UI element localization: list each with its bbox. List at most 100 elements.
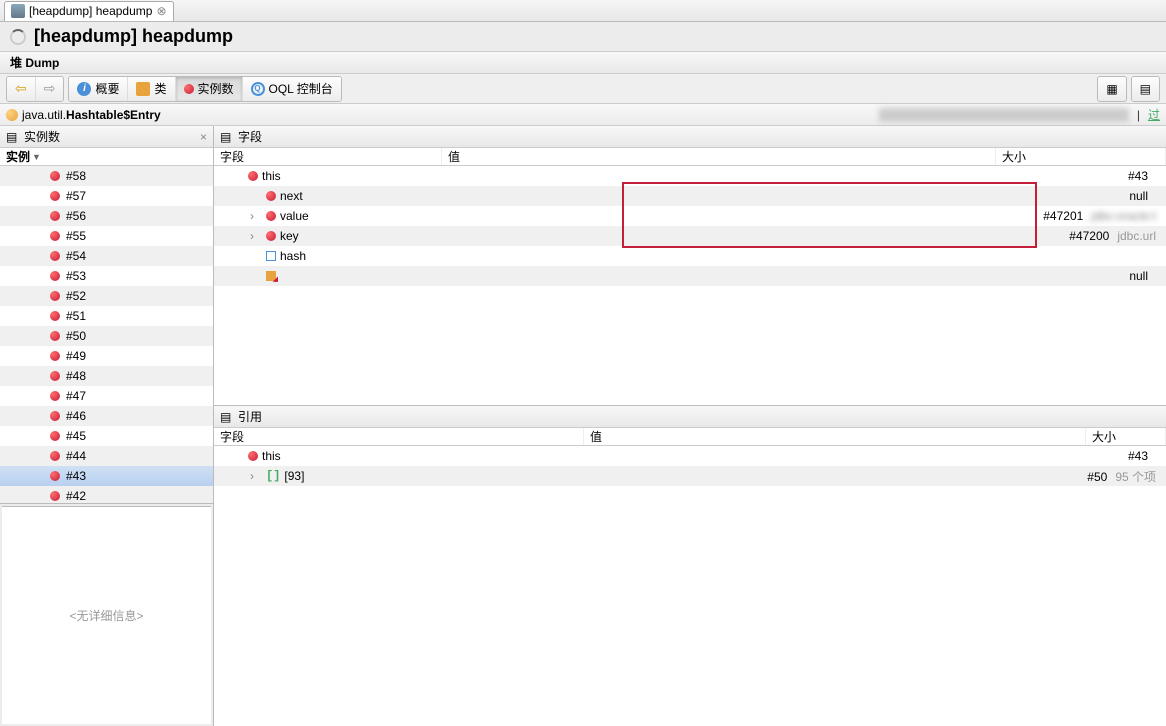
- instance-id: #52: [66, 289, 86, 303]
- th-size[interactable]: 大小: [1086, 428, 1166, 445]
- close-pane-icon[interactable]: ×: [200, 130, 207, 144]
- th-field[interactable]: 字段: [214, 428, 584, 445]
- th-value[interactable]: 值: [442, 148, 996, 165]
- th-size[interactable]: 大小: [996, 148, 1166, 165]
- editor-tab[interactable]: [heapdump] heapdump ⊗: [4, 1, 174, 21]
- class-cls: Hashtable$Entry: [66, 108, 161, 122]
- value-extra: [1148, 269, 1156, 283]
- tool-icon-2: ▤: [1140, 82, 1151, 96]
- expander-icon[interactable]: ›: [250, 469, 262, 483]
- instance-id: #48: [66, 369, 86, 383]
- instance-row[interactable]: #49: [0, 346, 213, 366]
- instance-icon: [50, 431, 60, 441]
- overview-button[interactable]: i概要: [69, 77, 128, 101]
- instance-row[interactable]: #55: [0, 226, 213, 246]
- instance-row[interactable]: #54: [0, 246, 213, 266]
- classes-button[interactable]: 类: [128, 77, 175, 101]
- value-extra: [1148, 189, 1156, 203]
- value-extra: [1148, 449, 1156, 463]
- field-name: next: [280, 189, 303, 203]
- table-row[interactable]: this #43: [214, 446, 1166, 466]
- th-value[interactable]: 值: [584, 428, 1086, 445]
- tool-button-1[interactable]: ▦: [1098, 77, 1125, 101]
- table-row[interactable]: this#43: [214, 166, 1166, 186]
- instance-row[interactable]: #51: [0, 306, 213, 326]
- back-button[interactable]: ⇦: [7, 77, 36, 101]
- instance-icon: [50, 451, 60, 461]
- value-text: #43: [1128, 169, 1148, 183]
- field-name: [93]: [284, 469, 304, 483]
- table-row[interactable]: ›[][93]#5095 个项: [214, 466, 1166, 486]
- instance-row[interactable]: #56: [0, 206, 213, 226]
- instance-id: #43: [66, 469, 86, 483]
- overview-label: 概要: [95, 80, 119, 97]
- table-row[interactable]: › key #47200jdbc.url: [214, 226, 1166, 246]
- field-cell: this: [214, 449, 584, 463]
- tool-button-2[interactable]: ▤: [1132, 77, 1159, 101]
- instances-col-header[interactable]: 实例 ▼: [0, 148, 213, 166]
- instance-row[interactable]: #50: [0, 326, 213, 346]
- instances-header: ▤ 实例数 ×: [0, 126, 213, 148]
- instance-row[interactable]: #53: [0, 266, 213, 286]
- field-cell: › key: [214, 229, 442, 243]
- th-field[interactable]: 字段: [214, 148, 442, 165]
- instance-row[interactable]: #45: [0, 426, 213, 446]
- refs-table-body[interactable]: this#43›[][93]#5095 个项: [214, 446, 1166, 726]
- instance-row[interactable]: #58: [0, 166, 213, 186]
- right-pane: ▤ 字段 字段 值 大小 this#43nextnull›value#47201…: [214, 126, 1166, 726]
- page-title: [heapdump] heapdump: [34, 26, 233, 47]
- instances-header-label: 实例数: [24, 128, 60, 145]
- instance-row[interactable]: #48: [0, 366, 213, 386]
- instance-row[interactable]: #46: [0, 406, 213, 426]
- instance-icon: [50, 231, 60, 241]
- instance-id: #57: [66, 189, 86, 203]
- size-cell: #47200jdbc.url: [996, 229, 1166, 243]
- instances-label: 实例数: [198, 80, 234, 97]
- table-row[interactable]: ›value#47201jdbc:oracle:t: [214, 206, 1166, 226]
- field-cell: › value: [214, 209, 442, 223]
- value-text: #47200: [1069, 229, 1109, 243]
- field-cell: hash: [214, 249, 442, 263]
- instance-icon: [184, 84, 194, 94]
- instance-id: #47: [66, 389, 86, 403]
- field-icon: [266, 211, 276, 221]
- instance-row[interactable]: #42: [0, 486, 213, 504]
- value-extra: [1148, 169, 1156, 183]
- expander-icon[interactable]: ›: [250, 229, 262, 243]
- forward-button[interactable]: ⇨: [36, 77, 64, 101]
- oql-button[interactable]: QOQL 控制台: [243, 77, 341, 101]
- instances-button[interactable]: 实例数: [176, 77, 243, 101]
- heapdump-icon: [11, 4, 25, 18]
- table-row[interactable]: null: [214, 266, 1166, 286]
- instance-row[interactable]: #57: [0, 186, 213, 206]
- arrow-left-icon: ⇦: [15, 80, 27, 97]
- expander-icon[interactable]: ›: [250, 209, 262, 223]
- refs-header: ▤ 引用: [214, 406, 1166, 428]
- refs-section: ▤ 引用 字段 值 大小 this#43›[][93]#5095 个项: [214, 406, 1166, 726]
- instance-row[interactable]: #43: [0, 466, 213, 486]
- instances-pane: ▤ 实例数 × 实例 ▼ #58 #57 #56#55 #54 #53 #52 #51 #50…: [0, 126, 214, 726]
- toolbar: ⇦ ⇨ i概要 类 实例数 QOQL 控制台 ▦ ▤: [0, 74, 1166, 104]
- field-name: key: [280, 229, 299, 243]
- fields-table-body[interactable]: this#43nextnull›value#47201jdbc:oracle:t…: [214, 166, 1166, 405]
- instance-id: #54: [66, 249, 86, 263]
- table-row[interactable]: hash: [214, 246, 1166, 266]
- instance-list[interactable]: #58#57#56#55#54#53#52#51#50#49#48#47#46#…: [0, 166, 213, 504]
- instance-row[interactable]: #44: [0, 446, 213, 466]
- value-text: #43: [1128, 449, 1148, 463]
- main-area: ▤ 实例数 × 实例 ▼ #58 #57 #56#55 #54 #53 #52 #51 #50…: [0, 126, 1166, 726]
- instance-id: #51: [66, 309, 86, 323]
- size-cell: [996, 249, 1166, 263]
- instance-row[interactable]: #47: [0, 386, 213, 406]
- value-text: #50: [1087, 470, 1107, 484]
- instance-row[interactable]: #52: [0, 286, 213, 306]
- field-cell: [214, 271, 442, 281]
- close-icon[interactable]: ⊗: [156, 4, 166, 18]
- table-row[interactable]: next null: [214, 186, 1166, 206]
- value-text: null: [1129, 189, 1148, 203]
- class-icon: [136, 82, 150, 96]
- filter-link[interactable]: 过: [1148, 106, 1160, 123]
- field-cell: ›[][93]: [214, 469, 584, 483]
- instance-icon: [50, 371, 60, 381]
- field-name: value: [280, 209, 309, 223]
